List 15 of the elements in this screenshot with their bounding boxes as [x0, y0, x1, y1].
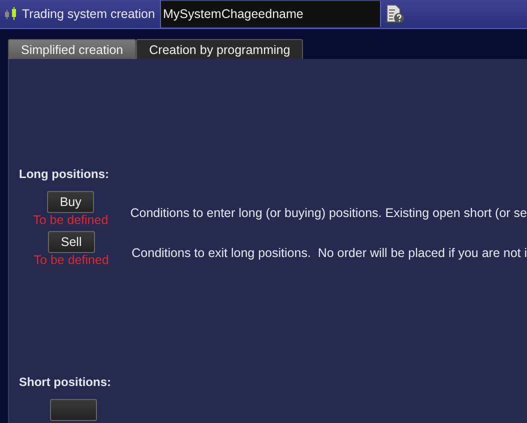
description-text: Conditions to exit long positions. No order will be placed if you are not i: [132, 246, 527, 260]
section-title: Short positions:: [19, 375, 112, 389]
candlestick-icon: [4, 7, 18, 21]
help-document-icon: [385, 4, 405, 24]
name-field[interactable]: MySystemChageedname: [161, 1, 381, 27]
tab[interactable]: Simplified creation: [8, 39, 136, 59]
condition-button[interactable]: [50, 399, 96, 421]
status-text: To be defined: [34, 253, 109, 267]
window-title: Trading system creation: [22, 7, 155, 21]
status-text: To be defined: [33, 213, 108, 227]
section-title: Long positions:: [19, 167, 110, 181]
condition-button[interactable]: Buy: [47, 191, 94, 213]
tab[interactable]: Creation by programming: [136, 39, 304, 59]
description-text: Conditions to enter long (or buying) positions. Existing open short (or se: [130, 206, 527, 220]
condition-button[interactable]: Sell: [48, 231, 95, 253]
